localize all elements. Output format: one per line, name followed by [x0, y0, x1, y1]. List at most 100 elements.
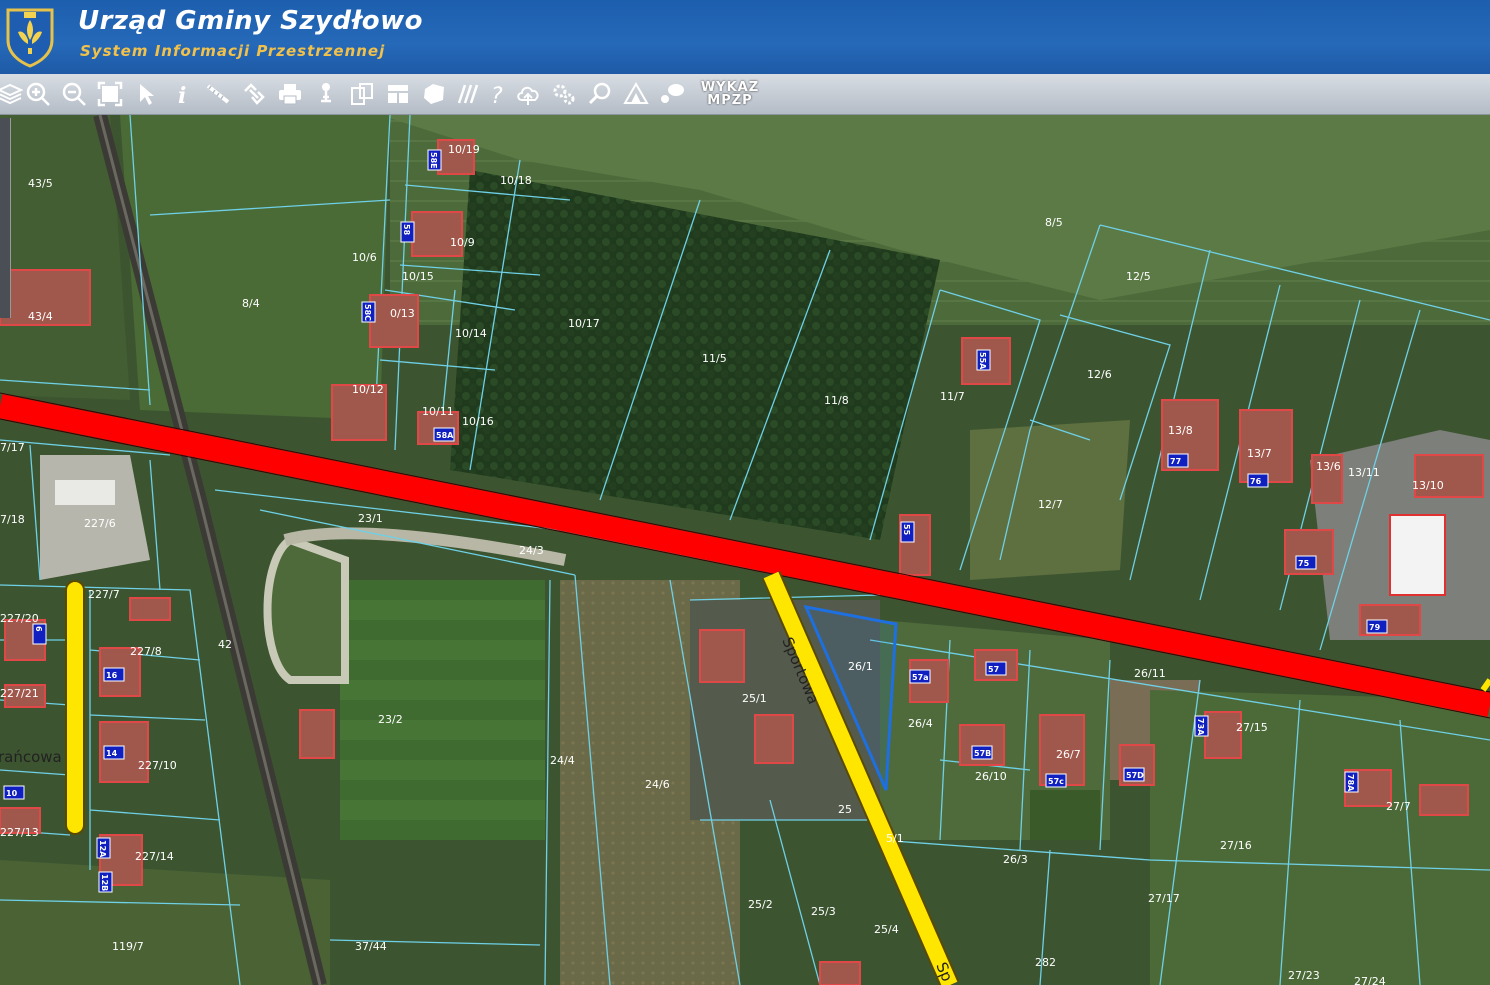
parcel-label: 23/2 — [378, 713, 403, 726]
parcel-label: 43/4 — [28, 310, 53, 323]
svg-text:?: ? — [491, 84, 503, 107]
parcel-label: 25 — [838, 803, 852, 816]
parcel-label: 24/6 — [645, 778, 670, 791]
parcel-label: 13/7 — [1247, 447, 1272, 460]
parcel-label: 10/17 — [568, 317, 600, 330]
parcel-label: 11/8 — [824, 394, 849, 407]
parcel-label: 11/5 — [702, 352, 727, 365]
chat-icon[interactable] — [656, 78, 688, 110]
svg-text:58E: 58E — [429, 152, 438, 169]
info-icon[interactable]: i — [166, 78, 198, 110]
house-number-badge: 58A — [433, 427, 455, 442]
parcel-label: 10/9 — [450, 236, 475, 249]
house-number-badge: 57B — [971, 745, 993, 760]
svg-text:55: 55 — [902, 524, 911, 536]
measure-ruler-icon[interactable] — [202, 78, 234, 110]
settings-icon[interactable] — [548, 78, 580, 110]
svg-text:76: 76 — [1250, 477, 1262, 486]
parcel-label: 11/7 — [940, 390, 965, 403]
zoom-extent-icon[interactable] — [94, 78, 126, 110]
house-number-badge: 14 — [103, 745, 125, 760]
parcel-label: 12/7 — [1038, 498, 1063, 511]
house-number-badge: 79 — [1366, 619, 1388, 634]
svg-text:58: 58 — [402, 224, 411, 236]
print-icon[interactable] — [274, 78, 306, 110]
select-arrow-icon[interactable] — [130, 78, 162, 110]
app-header: Urząd Gminy Szydłowo System Informacji P… — [0, 0, 1490, 74]
parcel-label: 227/14 — [135, 850, 174, 863]
parcel-label: 10/14 — [455, 327, 487, 340]
svg-text:10: 10 — [6, 789, 18, 798]
svg-text:58C: 58C — [363, 304, 372, 321]
parcel-label: 7/18 — [0, 513, 25, 526]
parcel-label: 26/7 — [1056, 748, 1081, 761]
sidebar-toggle[interactable] — [0, 118, 11, 318]
parcel-label: 26/1 — [848, 660, 873, 673]
map-toolbar: i ? WYKAZ MPZP — [0, 74, 1490, 115]
parcel-label: 26/4 — [908, 717, 933, 730]
help-icon[interactable]: ? — [482, 78, 514, 110]
zoom-in-icon[interactable] — [22, 78, 54, 110]
app-subtitle: System Informacji Przestrzennej — [80, 42, 386, 60]
house-number-badge: 55 — [900, 521, 915, 543]
house-number-badge: 57D — [1123, 767, 1145, 782]
parcel-label: 282 — [1035, 956, 1056, 969]
parcel-label: 0/13 — [390, 307, 415, 320]
house-number-badge: 58E — [427, 149, 442, 171]
parcel-label: 37/44 — [355, 940, 387, 953]
parcel-label: 26/3 — [1003, 853, 1028, 866]
search-icon[interactable] — [584, 78, 616, 110]
cloud-upload-icon[interactable] — [512, 78, 544, 110]
parcel-label: 227/20 — [0, 612, 39, 625]
house-number-badge: 78A — [1344, 771, 1359, 793]
link-icon[interactable] — [238, 78, 270, 110]
parcel-label: 25/2 — [748, 898, 773, 911]
parcel-label: 24/4 — [550, 754, 575, 767]
copy-icon[interactable] — [346, 78, 378, 110]
layout-icon[interactable] — [382, 78, 414, 110]
parcel-label: 227/6 — [84, 517, 116, 530]
parcel-label: 13/11 — [1348, 466, 1380, 479]
parcel-label: 10/15 — [402, 270, 434, 283]
zoom-out-icon[interactable] — [58, 78, 90, 110]
parcel-label: 43/5 — [28, 177, 53, 190]
parcel-label: 10/19 — [448, 143, 480, 156]
parcel-label: 25/4 — [874, 923, 899, 936]
svg-text:57D: 57D — [1126, 771, 1144, 780]
hatch-icon[interactable] — [452, 78, 484, 110]
parcel-label: 42 — [218, 638, 232, 651]
parcel-label: 27/7 — [1386, 800, 1411, 813]
house-number-badge: 58C — [361, 301, 376, 323]
svg-text:16: 16 — [106, 671, 118, 680]
svg-text:6: 6 — [34, 626, 43, 632]
parcel-label: 12/6 — [1087, 368, 1112, 381]
wykaz-mpzp-button[interactable]: WYKAZ MPZP — [694, 81, 766, 109]
parcel-label: 119/7 — [112, 940, 144, 953]
svg-text:55A: 55A — [978, 352, 987, 370]
parcel-label: 5/1 — [886, 832, 904, 845]
house-number-badge: 12A — [96, 837, 111, 859]
map-canvas[interactable]: 43/5 43/4 8/4 10/19 10/18 10/9 10/6 10/15 0/13 10… — [0, 115, 1490, 985]
parcel-label: 10/18 — [500, 174, 532, 187]
parcel-label: 27/23 — [1288, 969, 1320, 982]
terrain-icon[interactable] — [620, 78, 652, 110]
parcel-label: 227/7 — [88, 588, 120, 601]
parcel-label: 227/21 — [0, 687, 39, 700]
svg-text:57c: 57c — [1048, 777, 1064, 786]
pin-icon[interactable] — [310, 78, 342, 110]
area-icon[interactable] — [418, 78, 450, 110]
parcel-label: 13/8 — [1168, 424, 1193, 437]
svg-text:12A: 12A — [98, 840, 107, 858]
parcel-label: 227/13 — [0, 826, 39, 839]
house-number-badge: 6 — [32, 623, 47, 645]
parcel-label: 8/5 — [1045, 216, 1063, 229]
house-number-badge: 57 — [985, 661, 1007, 676]
parcel-label: 26/10 — [975, 770, 1007, 783]
parcel-label: 10/12 — [352, 383, 384, 396]
mpzp-label: MPZP — [707, 93, 753, 108]
parcel-label: 8/4 — [242, 297, 260, 310]
parcel-label: 227/10 — [138, 759, 177, 772]
house-number-badge: 10 — [3, 785, 25, 800]
parcel-label: 7/17 — [0, 441, 25, 454]
parcel-label: 25/1 — [742, 692, 767, 705]
